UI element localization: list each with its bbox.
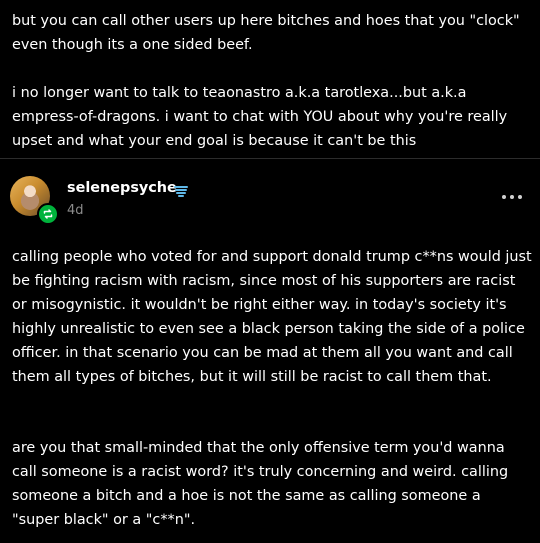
previous-post-paragraph-2: i no longer want to talk to teaonastro a… [12,85,508,149]
previous-post-paragraph-1: but you can call other users up here bit… [12,13,520,53]
post-divider [0,158,540,159]
reblog-timestamp[interactable]: 4d [67,202,84,220]
reblog-paragraph-1: calling people who voted for and support… [12,249,532,385]
reblog-username[interactable]: selenepsyche [67,178,177,198]
more-options-icon[interactable] [500,188,524,208]
reblog-thread: but you can call other users up here bit… [0,0,540,543]
post-view: but you can call other users up here bit… [0,0,540,543]
reblog-avatar-container[interactable] [10,176,59,225]
reblog-icon [37,203,59,225]
reblog-paragraph-2: are you that small-minded that the only … [12,440,509,528]
verified-badge-icon [173,182,189,197]
